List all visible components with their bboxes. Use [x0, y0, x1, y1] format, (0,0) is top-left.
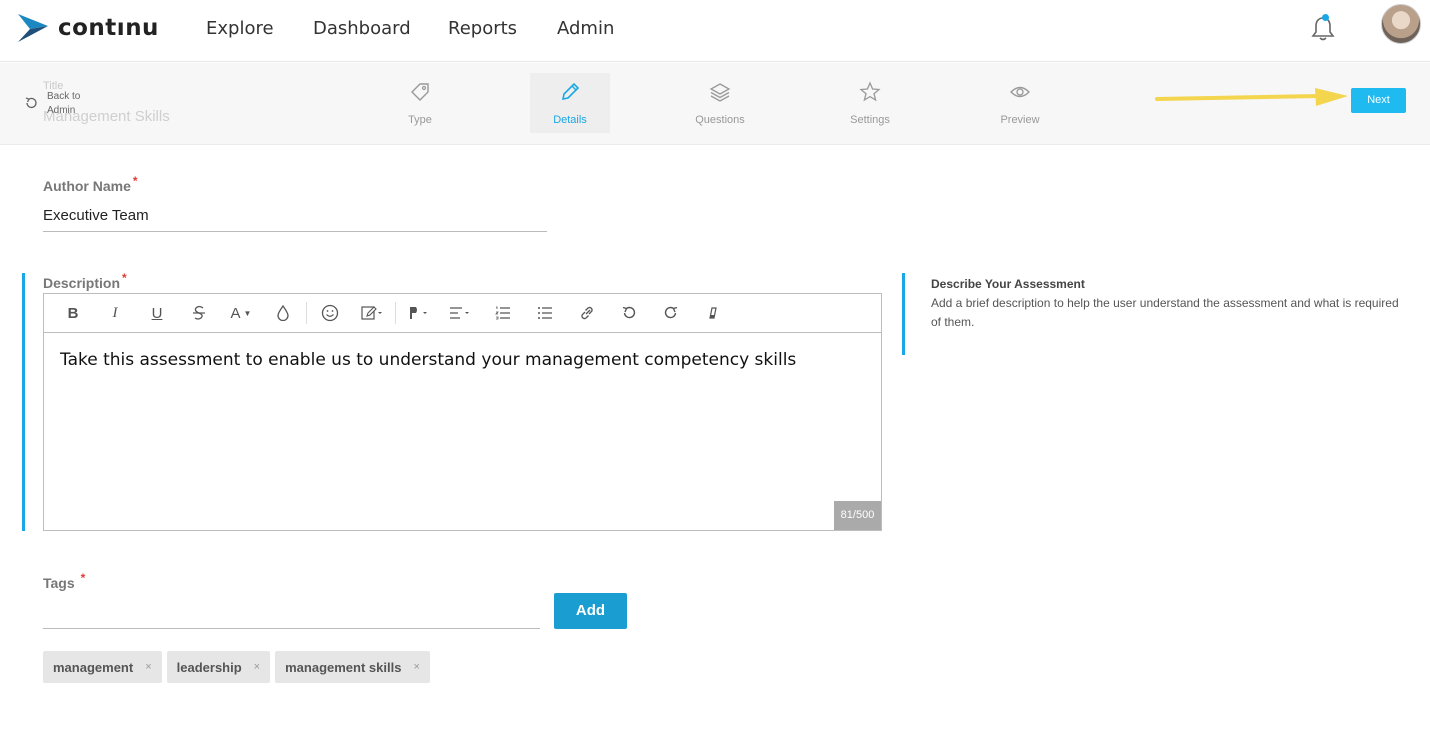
step-settings[interactable]: Settings: [830, 73, 910, 133]
emoji-button[interactable]: [309, 298, 351, 328]
nav-explore[interactable]: Explore: [206, 18, 274, 39]
pencil-icon: [561, 82, 580, 101]
help-title: Describe Your Assessment: [931, 277, 1085, 291]
description-label-text: Description: [43, 275, 121, 291]
required-mark: *: [132, 174, 138, 188]
back-to-admin-button[interactable]: Back to Admin: [24, 90, 95, 118]
undo-icon: [622, 306, 636, 319]
remove-tag-icon[interactable]: ×: [254, 661, 260, 673]
step-questions[interactable]: Questions: [680, 73, 760, 133]
unordered-list-button[interactable]: [524, 298, 566, 328]
undo-button[interactable]: [608, 298, 650, 328]
smiley-icon: [321, 304, 339, 322]
italic-button[interactable]: I: [94, 298, 136, 328]
next-button[interactable]: Next: [1351, 88, 1406, 113]
tags-label-text: Tags: [43, 575, 75, 591]
bold-button[interactable]: B: [52, 298, 94, 328]
logo-arrow-icon: [18, 14, 48, 42]
tag-chip: management ×: [43, 651, 162, 683]
description-focus-bar: [22, 273, 25, 531]
tag-icon: [411, 83, 429, 101]
character-counter: 81/500: [834, 501, 881, 530]
tag-chip-label: management skills: [285, 659, 402, 675]
required-mark: *: [122, 271, 127, 285]
help-text: Add a brief description to help the user…: [931, 296, 1399, 329]
step-type[interactable]: Type: [380, 73, 460, 133]
align-left-icon: [450, 307, 469, 319]
tag-list: management × leadership × management ski…: [43, 651, 430, 683]
back-label: Back to Admin: [47, 91, 81, 116]
tag-chip: leadership ×: [166, 651, 271, 683]
nav-reports[interactable]: Reports: [448, 18, 517, 39]
nav-admin[interactable]: Admin: [557, 18, 614, 39]
redo-icon: [664, 306, 678, 319]
paragraph-icon: [410, 307, 427, 319]
help-accent-bar: [902, 273, 905, 355]
link-icon: [581, 306, 593, 320]
drop-icon: [277, 305, 289, 321]
layers-icon: [709, 83, 731, 102]
underline-button[interactable]: U: [136, 298, 178, 328]
annotation-arrow-icon: [1155, 88, 1348, 106]
paragraph-format-button[interactable]: [398, 298, 440, 328]
clear-format-button[interactable]: [692, 298, 734, 328]
ordered-list-icon: [495, 306, 510, 320]
required-mark: *: [80, 571, 86, 585]
author-name-input[interactable]: [43, 200, 547, 232]
redo-button[interactable]: [650, 298, 692, 328]
editor-toolbar: B I U A ▼: [44, 294, 881, 333]
eraser-icon: [709, 307, 717, 319]
user-avatar[interactable]: [1381, 4, 1421, 44]
undo-icon: [25, 97, 37, 109]
nav-dashboard[interactable]: Dashboard: [313, 18, 411, 39]
step-type-label: Type: [408, 114, 432, 126]
brand-name: contınu: [58, 15, 159, 41]
continu-logo[interactable]: contınu: [16, 12, 159, 44]
description-editor: B I U A ▼ Take this assessment to enable…: [43, 293, 882, 531]
step-questions-label: Questions: [695, 114, 745, 126]
link-button[interactable]: [566, 298, 608, 328]
eye-icon: [1010, 86, 1030, 98]
remove-tag-icon[interactable]: ×: [145, 661, 151, 673]
font-color-button[interactable]: A ▼: [220, 298, 262, 328]
step-preview[interactable]: Preview: [980, 73, 1060, 133]
align-button[interactable]: [440, 298, 482, 328]
color-fill-button[interactable]: [262, 298, 304, 328]
author-name-label-text: Author Name: [43, 178, 131, 194]
add-tag-button[interactable]: Add: [554, 593, 627, 629]
tag-chip-label: management: [53, 659, 134, 675]
strikethrough-button[interactable]: [178, 298, 220, 328]
ordered-list-button[interactable]: [482, 298, 524, 328]
tag-chip: management skills ×: [275, 651, 430, 683]
unordered-list-icon: [538, 307, 552, 319]
remove-tag-icon[interactable]: ×: [413, 661, 419, 673]
star-icon: [859, 81, 881, 102]
tags-label: Tags *: [43, 571, 85, 591]
author-name-label: Author Name *: [43, 174, 138, 194]
strikethrough-icon: [193, 305, 205, 320]
description-text[interactable]: Take this assessment to enable us to und…: [44, 333, 881, 387]
toolbar-separator: [306, 302, 307, 324]
toolbar-separator: [395, 302, 396, 324]
insert-button[interactable]: [351, 298, 393, 328]
top-navigation: contınu Explore Dashboard Reports Admin: [0, 0, 1430, 62]
step-details-label: Details: [553, 114, 587, 126]
step-details[interactable]: Details: [530, 73, 610, 133]
tag-chip-label: leadership: [176, 659, 242, 675]
step-settings-label: Settings: [850, 114, 890, 126]
notification-dot: [1322, 14, 1329, 21]
tags-input[interactable]: [43, 598, 540, 629]
description-label: Description *: [43, 271, 127, 291]
edit-box-icon: [361, 306, 382, 320]
step-preview-label: Preview: [1000, 114, 1040, 126]
